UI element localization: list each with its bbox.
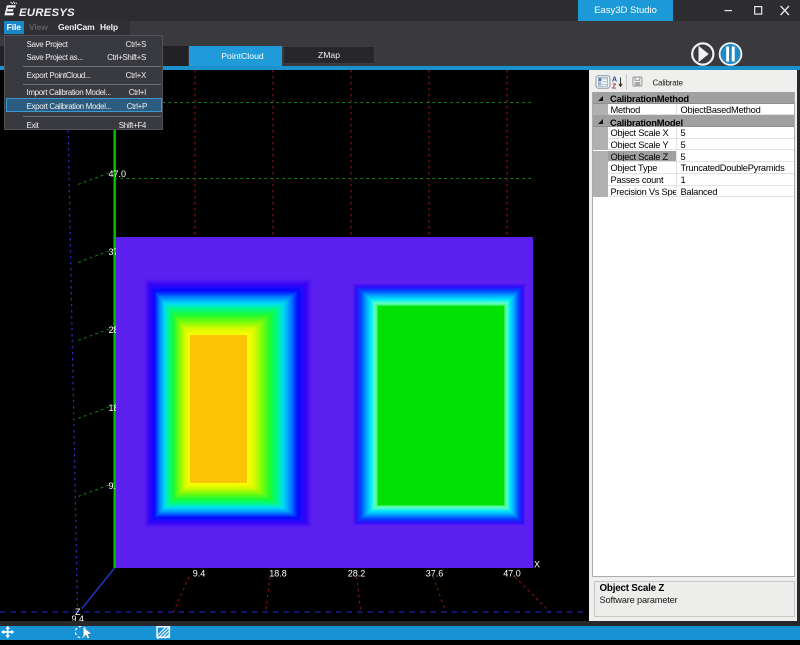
svg-text:X: X bbox=[534, 560, 540, 570]
svg-text:EURESYS: EURESYS bbox=[19, 7, 75, 19]
svg-text:18.8: 18.8 bbox=[269, 569, 287, 579]
svg-text:47.0: 47.0 bbox=[503, 569, 521, 579]
svg-text:37.6: 37.6 bbox=[426, 569, 444, 579]
svg-text:A: A bbox=[612, 76, 617, 83]
svg-text:28.2: 28.2 bbox=[348, 569, 366, 579]
svg-text:Calibrate: Calibrate bbox=[653, 78, 684, 87]
svg-text:Z: Z bbox=[612, 84, 617, 91]
svg-text:47.0: 47.0 bbox=[109, 169, 127, 179]
svg-text:9.4: 9.4 bbox=[193, 569, 206, 579]
